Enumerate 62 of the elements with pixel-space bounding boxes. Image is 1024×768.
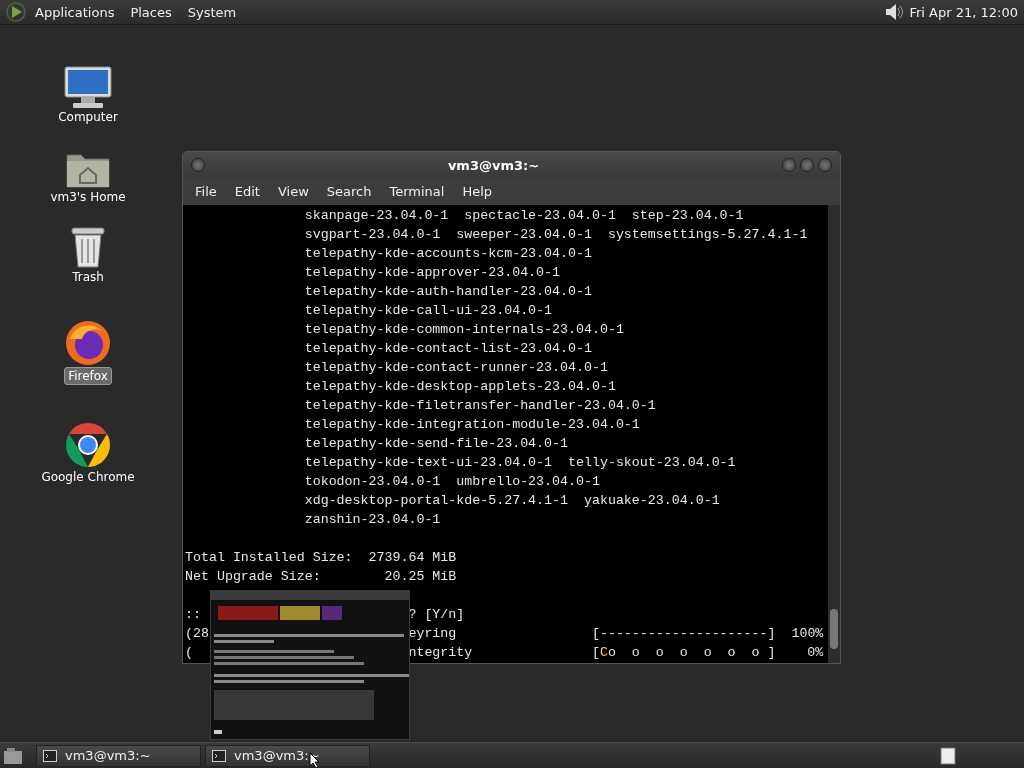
terminal-line: xdg-desktop-portal-kde-5.27.4.1-1 yakuake-23.04.0-1 (304, 492, 720, 510)
menu-item[interactable]: View (269, 182, 317, 201)
terminal-line: telepathy-kde-send-file-23.04.0-1 (304, 435, 568, 453)
browser-icon (64, 319, 112, 367)
terminal-line: telepathy-kde-call-ui-23.04.0-1 (304, 302, 553, 320)
desktop-icon-label[interactable]: Computer (55, 109, 121, 125)
panel-menu[interactable]: System (179, 2, 245, 22)
trash-icon (69, 225, 107, 269)
terminal-text: ( (185, 645, 193, 660)
close-button[interactable] (818, 158, 832, 172)
window-title: vm3@vm3:~ (446, 157, 541, 173)
browser-icon (64, 421, 112, 469)
percent-text: 100% (791, 626, 824, 641)
terminal-line: telepathy-kde-desktop-applets-23.04.0-1 (304, 378, 616, 396)
terminal-line: telepathy-kde-accounts-kcm-23.04.0-1 (304, 245, 592, 263)
monitor-icon (63, 65, 113, 109)
terminal-line: telepathy-kde-text-ui-23.04.0-1 telly-skout-23.04.0-1 (304, 454, 736, 472)
terminal-line: telepathy-kde-contact-runner-23.04.0-1 (304, 359, 608, 377)
progress-bar-text: [---------------------] (591, 626, 776, 641)
terminal-icon (212, 749, 226, 762)
show-desktop-icon[interactable] (2, 745, 24, 766)
terminal-icon (43, 749, 57, 762)
terminal-text: eyring (408, 626, 457, 641)
desktop-icon-label[interactable]: Firefox (64, 367, 112, 385)
desktop-icon-label[interactable]: Google Chrome (38, 469, 138, 485)
terminal-line: zanshin-23.04.0-1 (304, 511, 441, 529)
terminal-line: telepathy-kde-auth-handler-23.04.0-1 (304, 283, 592, 301)
app-menu-icon[interactable] (5, 1, 27, 23)
panel-menu[interactable]: Places (122, 2, 180, 22)
menu-item[interactable]: Help (454, 182, 501, 201)
menu-item[interactable]: Search (318, 182, 380, 201)
maximize-button[interactable] (800, 158, 814, 172)
scrollbar-thumb[interactable] (830, 609, 838, 649)
desktop-icon-label[interactable]: vm3's Home (47, 189, 129, 205)
workspace-switcher-icon[interactable] (940, 746, 956, 765)
taskbar-button[interactable]: vm3@vm3:~ (205, 744, 370, 767)
terminal-line: telepathy-kde-contact-list-23.04.0-1 (304, 340, 592, 358)
progress-bar-text: [Co o o o o o o ] (591, 645, 776, 660)
clock[interactable]: Fri Apr 21, 12:00 (905, 4, 1024, 20)
window-menu-button[interactable] (191, 158, 205, 172)
terminal-line: Net Upgrade Size: 20.25 MiB (185, 568, 457, 586)
minimize-button[interactable] (782, 158, 796, 172)
terminal-line: telepathy-kde-common-internals-23.04.0-1 (304, 321, 624, 339)
terminal-text: :: (185, 607, 201, 622)
terminal-line: svgpart-23.04.0-1 sweeper-23.04.0-1 systemsettings-5.27.4.1-1 (304, 226, 808, 244)
terminal-line: skanpage-23.04.0-1 spectacle-23.04.0-1 step-23.04.0-1 (304, 207, 744, 225)
terminal-text: (28 (185, 626, 209, 641)
speaker-icon[interactable] (883, 1, 906, 23)
menu-item[interactable]: File (187, 182, 225, 201)
panel-menu[interactable]: Applications (27, 2, 123, 22)
terminal-line: telepathy-kde-integration-module-23.04.0-1 (304, 416, 640, 434)
terminal-line: Total Installed Size: 2739.64 MiB (185, 549, 457, 567)
terminal-line: telepathy-kde-approver-23.04.0-1 (304, 264, 561, 282)
menu-item[interactable]: Terminal (381, 182, 453, 201)
desktop-icon-label[interactable]: Trash (69, 269, 107, 285)
menu-item[interactable]: Edit (226, 182, 268, 201)
scrollbar[interactable] (828, 205, 840, 663)
percent-text: 0% (807, 645, 824, 660)
taskbar-button[interactable]: vm3@vm3:~ (36, 744, 201, 767)
terminal-text: ntegrity (408, 645, 473, 660)
terminal-line: telepathy-kde-filetransfer-handler-23.04.0-1 (304, 397, 656, 415)
terminal-line: tokodon-23.04.0-1 umbrello-23.04.0-1 (304, 473, 600, 491)
